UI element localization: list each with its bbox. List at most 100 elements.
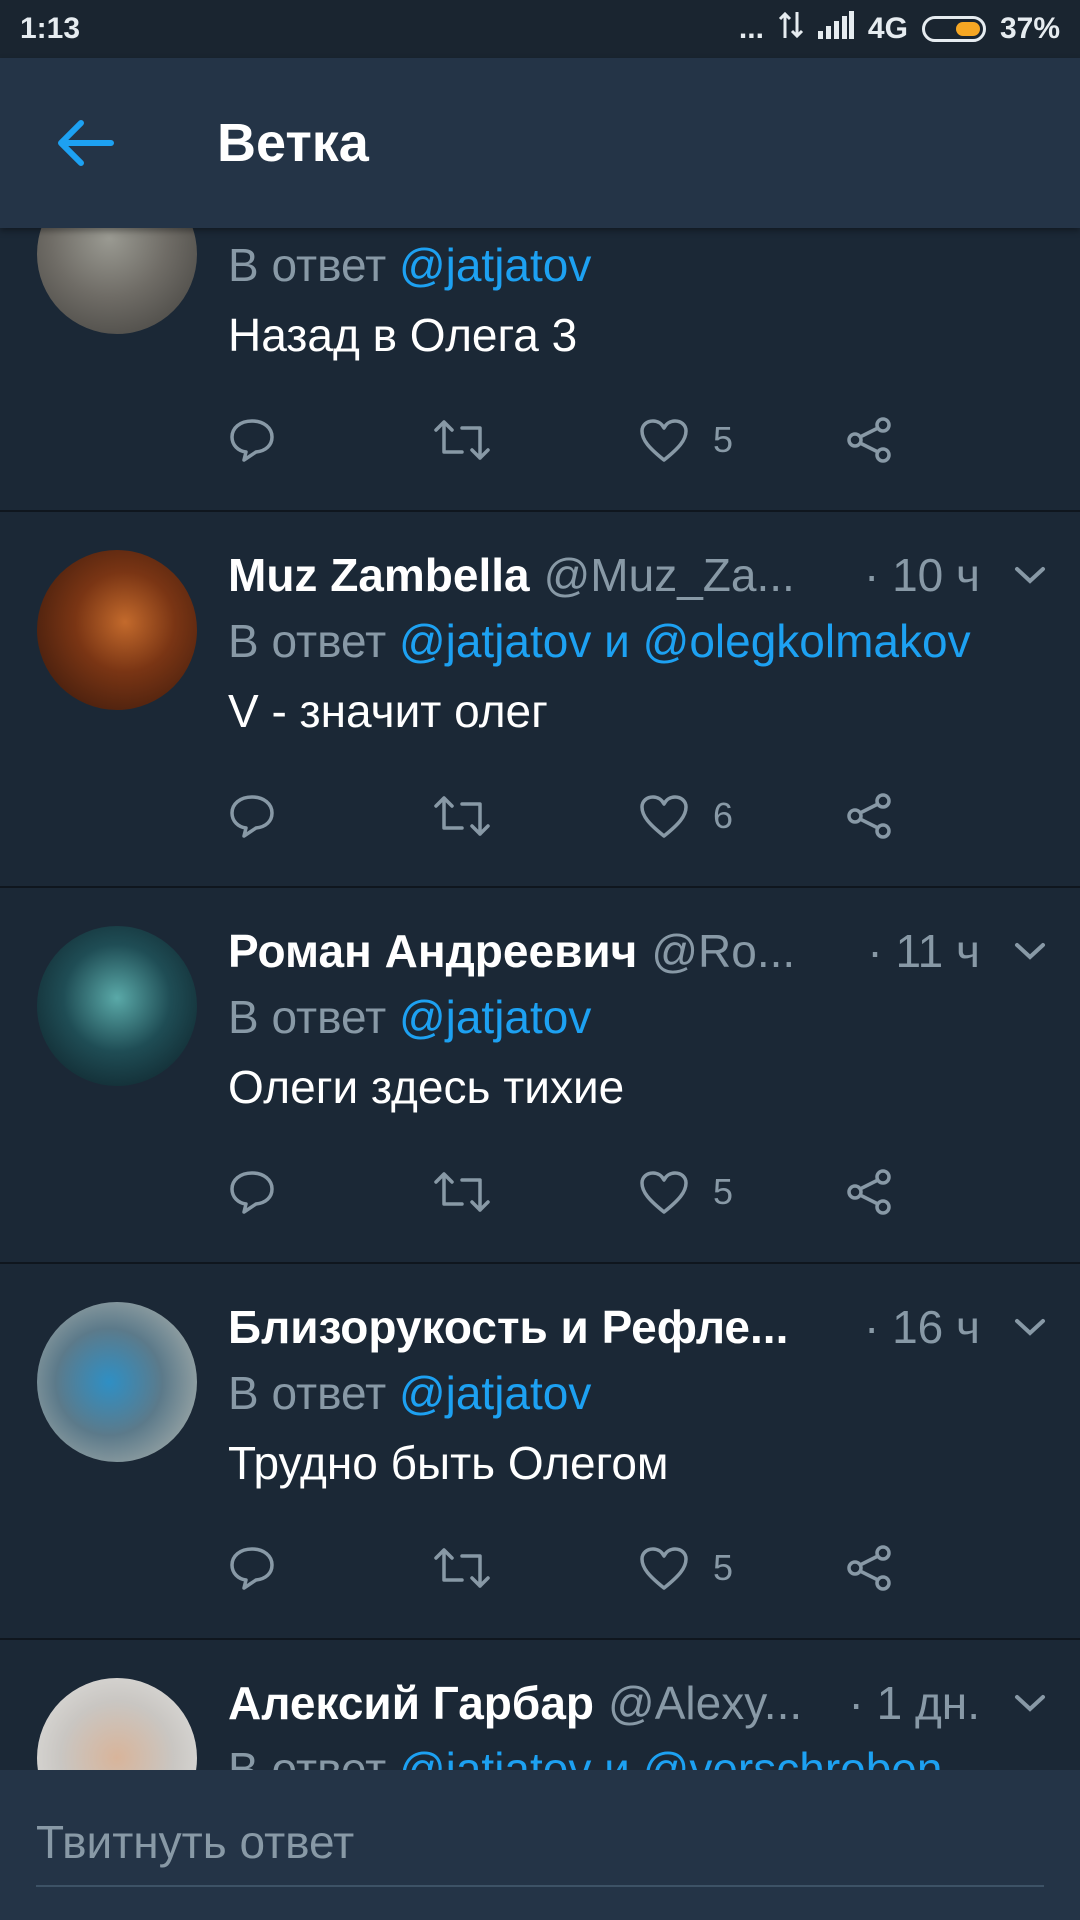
tweet-actions: 6 <box>228 746 1050 886</box>
tweet[interactable]: Алексий Гарбар @Alexy... · 1 дн. В ответ… <box>0 1640 1080 1770</box>
reply-composer: Твитнуть ответ <box>0 1770 1080 1920</box>
like-button[interactable]: 5 <box>639 1546 845 1590</box>
author-name[interactable]: Роман Андреевич <box>228 924 637 978</box>
reply-button[interactable] <box>228 417 434 463</box>
status-time: 1:13 <box>20 12 81 45</box>
share-button[interactable] <box>845 1544 1051 1592</box>
retweet-button[interactable] <box>433 1546 640 1590</box>
reply-prefix: В ответ <box>228 1743 387 1770</box>
tweet-actions: 5 <box>228 1498 1050 1638</box>
thread-feed[interactable]: В ответ @jatjatov Назад в Олега 3 5 Muz … <box>0 228 1080 1770</box>
reply-context: В ответ @jatjatov <box>228 230 1050 300</box>
tweet-time: · 11 ч <box>867 925 980 977</box>
reply-prefix: В ответ <box>228 1367 387 1419</box>
avatar[interactable] <box>37 926 197 1086</box>
tweet-text: Назад в Олега 3 <box>228 309 578 361</box>
network-type: 4G <box>867 12 908 45</box>
heart-icon <box>640 795 688 838</box>
reply-icon <box>230 795 274 838</box>
reply-context: В ответ @jatjatov и @olegkolmakov <box>228 606 1050 676</box>
reply-context: В ответ @jatjatov <box>228 1358 1050 1428</box>
retweet-icon <box>433 1548 490 1588</box>
author-handle: @Muz_Za... <box>543 549 795 601</box>
reply-button[interactable] <box>228 1545 434 1591</box>
battery-percent: 37% <box>999 12 1060 45</box>
author-name[interactable]: Muz Zambella <box>228 548 530 602</box>
tweet-header: Алексий Гарбар @Alexy... · 1 дн. <box>228 1672 1050 1734</box>
retweet-button[interactable] <box>433 1170 640 1214</box>
retweet-icon <box>433 420 490 460</box>
share-icon <box>846 793 891 839</box>
tweet-header: Muz Zambella @Muz_Za... · 10 ч <box>228 544 1050 606</box>
reply-prefix: В ответ <box>228 615 387 667</box>
reply-input[interactable]: Твитнуть ответ <box>36 1815 1044 1887</box>
tweet[interactable]: В ответ @jatjatov Назад в Олега 3 5 <box>0 228 1080 512</box>
tweet-time: · 1 дн. <box>848 1677 981 1729</box>
share-button[interactable] <box>845 792 1051 840</box>
tweet[interactable]: Близорукость и Рефле... · 16 ч В ответ @… <box>0 1264 1080 1640</box>
reply-mentions[interactable]: @jatjatov <box>399 991 591 1043</box>
reply-button[interactable] <box>228 1169 434 1215</box>
retweet-icon <box>433 1172 490 1212</box>
back-button[interactable] <box>55 103 165 183</box>
reply-icon <box>230 1547 274 1590</box>
like-count: 6 <box>713 795 734 836</box>
retweet-button[interactable] <box>433 794 640 838</box>
tweet-text: V - значит олег <box>228 685 548 737</box>
like-button[interactable]: 5 <box>639 418 845 462</box>
author-name[interactable]: Близорукость и Рефле... <box>228 1300 788 1354</box>
tweet-time: · 16 ч <box>863 1301 980 1353</box>
chevron-down-icon[interactable] <box>1010 1317 1050 1337</box>
data-transfer-icon <box>778 10 804 48</box>
avatar[interactable] <box>37 550 197 710</box>
status-icons: ... 4G 37% <box>739 10 1060 48</box>
share-icon <box>846 417 891 463</box>
author-handle: @Ro... <box>651 925 796 977</box>
tweet-header: Роман Андреевич @Ro... · 11 ч <box>228 920 1050 982</box>
arrow-left-icon <box>58 120 114 166</box>
tweet-actions: 5 <box>228 1122 1050 1262</box>
tweet-text: Трудно быть Олегом <box>228 1437 669 1489</box>
tweet-time: · 10 ч <box>863 549 980 601</box>
status-bar: 1:13 ... 4G 37% <box>0 0 1080 58</box>
tweet-actions: 5 <box>228 370 1050 510</box>
tweet-header: Близорукость и Рефле... · 16 ч <box>228 1296 1050 1358</box>
reply-icon <box>230 1171 274 1214</box>
more-dots-icon: ... <box>738 12 764 45</box>
heart-icon <box>640 419 688 462</box>
heart-icon <box>640 1171 688 1214</box>
chevron-down-icon[interactable] <box>1010 1693 1050 1713</box>
share-button[interactable] <box>845 416 1051 464</box>
like-count: 5 <box>713 419 734 460</box>
chevron-down-icon[interactable] <box>1010 941 1050 961</box>
tweet[interactable]: Роман Андреевич @Ro... · 11 ч В ответ @j… <box>0 888 1080 1264</box>
like-button[interactable]: 6 <box>639 794 845 838</box>
reply-context: В ответ @jatjatov <box>228 982 1050 1052</box>
retweet-button[interactable] <box>433 418 640 462</box>
avatar[interactable] <box>37 228 197 334</box>
reply-mentions[interactable]: @jatjatov и @olegkolmakov <box>399 615 971 667</box>
like-button[interactable]: 5 <box>639 1170 845 1214</box>
chevron-down-icon[interactable] <box>1010 565 1050 585</box>
reply-mentions[interactable]: @jatjatov <box>399 1367 591 1419</box>
reply-mentions[interactable]: @jatjatov и @verschroben_ <box>399 1743 968 1770</box>
share-icon <box>846 1169 891 1215</box>
retweet-icon <box>433 796 490 836</box>
share-button[interactable] <box>845 1168 1051 1216</box>
battery-icon <box>921 16 986 42</box>
app-header: Ветка <box>0 58 1080 228</box>
tweet[interactable]: Muz Zambella @Muz_Za... · 10 ч В ответ @… <box>0 512 1080 888</box>
reply-button[interactable] <box>228 793 434 839</box>
like-count: 5 <box>713 1547 734 1588</box>
avatar[interactable] <box>37 1302 197 1462</box>
page-title: Ветка <box>217 113 369 173</box>
tweet-text: Олеги здесь тихие <box>228 1061 625 1113</box>
reply-prefix: В ответ <box>228 239 387 291</box>
share-icon <box>846 1545 891 1591</box>
reply-mentions[interactable]: @jatjatov <box>399 239 591 291</box>
author-handle: @Alexy... <box>608 1677 803 1729</box>
author-name[interactable]: Алексий Гарбар <box>228 1676 594 1730</box>
like-count: 5 <box>713 1171 734 1212</box>
reply-context: В ответ @jatjatov и @verschroben_ <box>228 1734 1050 1770</box>
avatar[interactable] <box>37 1678 197 1770</box>
